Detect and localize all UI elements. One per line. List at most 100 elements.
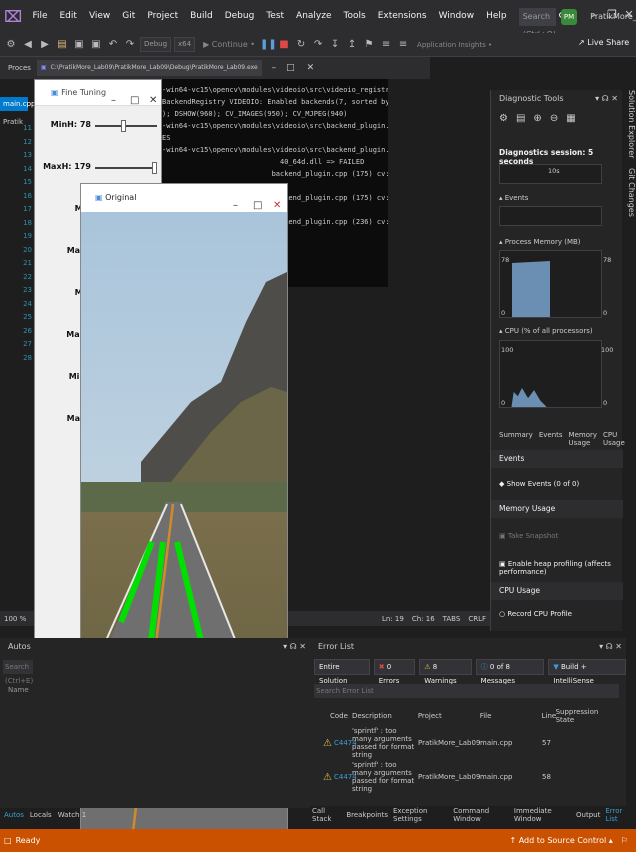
indent-mode[interactable]: TABS bbox=[443, 615, 461, 623]
pin-icon[interactable]: ▾ ☊ ✕ bbox=[595, 90, 622, 108]
continue-button[interactable]: ▶ Continue • bbox=[203, 40, 255, 49]
tab-breakpoints[interactable]: Breakpoints bbox=[346, 811, 388, 819]
menu-tools[interactable]: Tools bbox=[338, 0, 372, 33]
error-code[interactable]: C4474 bbox=[332, 739, 357, 747]
tab-memory-usage[interactable]: Memory Usage bbox=[569, 431, 597, 447]
app-insights[interactable]: Application Insights • bbox=[417, 41, 492, 49]
take-snapshot-button[interactable]: ▣ Take Snapshot bbox=[499, 532, 558, 540]
platform-select[interactable]: x64 bbox=[174, 37, 196, 52]
table-row[interactable]: ⚠ C4474 'sprintf' : too many arguments p… bbox=[314, 727, 619, 759]
scope-select[interactable]: Entire Solution bbox=[314, 659, 370, 685]
restart-icon[interactable]: ↻ bbox=[294, 38, 308, 52]
menu-edit[interactable]: Edit bbox=[54, 0, 83, 33]
tab-git-changes[interactable]: Git Changes bbox=[622, 168, 636, 217]
menu-help[interactable]: Help bbox=[480, 0, 513, 33]
settings-icon[interactable]: ⚙ bbox=[4, 38, 18, 52]
console-window-tab[interactable]: ▣ C:\PratikMore_Lab09\PratikMore_Lab09\De… bbox=[36, 60, 262, 76]
menu-build[interactable]: Build bbox=[184, 0, 219, 33]
table-row[interactable]: ⚠ C4474 'sprintf' : too many arguments p… bbox=[314, 761, 619, 793]
minimize-icon[interactable]: – bbox=[585, 8, 603, 21]
ft-close-icon[interactable]: ✕ bbox=[149, 88, 157, 114]
tab-main-cpp[interactable]: main.cpp bbox=[0, 97, 35, 111]
tab-autos[interactable]: Autos bbox=[4, 811, 24, 819]
menu-test[interactable]: Test bbox=[260, 0, 290, 33]
tab-locals[interactable]: Locals bbox=[30, 811, 52, 819]
timeline-ruler[interactable]: 10s bbox=[499, 164, 602, 184]
tab-output[interactable]: Output bbox=[576, 811, 600, 819]
close-icon[interactable]: ✕ bbox=[620, 8, 636, 21]
show-events-button[interactable]: ◆ Show Events (0 of 0) bbox=[499, 480, 579, 488]
errors-filter[interactable]: ✖ 0 Errors bbox=[373, 659, 416, 685]
autos-pin-icon[interactable]: ▾ ☊ ✕ bbox=[283, 638, 310, 656]
restore-icon[interactable]: ❐ bbox=[603, 8, 621, 21]
ft-restore-icon[interactable]: □ bbox=[130, 88, 139, 114]
heap-profiling-toggle[interactable]: ▣ Enable heap profiling (affects perform… bbox=[499, 560, 622, 576]
save-all-icon[interactable]: ▣ bbox=[89, 38, 103, 52]
search-input[interactable]: Search (Ctrl+Q) bbox=[518, 7, 557, 39]
trackbar-thumb[interactable] bbox=[152, 162, 157, 174]
menu-window[interactable]: Window bbox=[433, 0, 481, 33]
tab-minimize-icon[interactable]: – bbox=[272, 63, 277, 73]
events-label[interactable]: ▴ Events bbox=[499, 194, 528, 202]
save-icon[interactable]: ▣ bbox=[72, 38, 86, 52]
forward-icon[interactable]: ▶ bbox=[38, 38, 52, 52]
trackbar-slider[interactable] bbox=[95, 167, 157, 169]
zoom-in-icon[interactable]: ⊕ bbox=[533, 113, 541, 124]
comment-icon[interactable]: ≡ bbox=[379, 38, 393, 52]
menu-git[interactable]: Git bbox=[116, 0, 141, 33]
avatar[interactable]: PM bbox=[561, 9, 577, 25]
process-memory-label[interactable]: ▴ Process Memory (MB) bbox=[499, 238, 581, 246]
menu-extensions[interactable]: Extensions bbox=[372, 0, 433, 33]
trackbar-thumb[interactable] bbox=[120, 120, 126, 132]
tab-command-window[interactable]: Command Window bbox=[453, 807, 509, 823]
trackbar-slider[interactable] bbox=[95, 125, 157, 127]
record-cpu-button[interactable]: ○ Record CPU Profile bbox=[499, 610, 572, 618]
autos-search-input[interactable]: Search (Ctrl+E) bbox=[3, 660, 33, 685]
col-project[interactable]: Project bbox=[418, 712, 480, 720]
open-folder-icon[interactable]: ▤ bbox=[55, 38, 69, 52]
add-to-source-control-button[interactable]: ↑ Add to Source Control ▴ bbox=[509, 836, 620, 845]
cpu-label[interactable]: ▴ CPU (% of all processors) bbox=[499, 327, 593, 335]
tab-cpu-usage[interactable]: CPU Usage bbox=[603, 431, 625, 447]
warnings-filter[interactable]: ⚠ 8 Warnings bbox=[419, 659, 472, 685]
col-description[interactable]: Description bbox=[352, 712, 418, 720]
menu-view[interactable]: View bbox=[83, 0, 116, 33]
ft-minimize-icon[interactable]: – bbox=[111, 88, 116, 114]
error-list-pin-icon[interactable]: ▾ ☊ ✕ bbox=[599, 638, 626, 656]
pause-icon[interactable]: ❚❚ bbox=[260, 38, 277, 52]
tab-close-icon[interactable]: ✕ bbox=[307, 63, 315, 73]
tab-immediate-window[interactable]: Immediate Window bbox=[514, 807, 571, 823]
export-icon[interactable]: ▤ bbox=[516, 113, 525, 124]
settings-icon[interactable]: ⚙ bbox=[499, 113, 508, 124]
messages-filter[interactable]: ⓘ 0 of 8 Messages bbox=[475, 659, 545, 685]
step-into-icon[interactable]: ↧ bbox=[328, 38, 342, 52]
step-over-icon[interactable]: ↷ bbox=[311, 38, 325, 52]
bookmark-icon[interactable]: ⚑ bbox=[362, 38, 376, 52]
tab-watch-1[interactable]: Watch 1 bbox=[58, 811, 86, 819]
back-icon[interactable]: ◀ bbox=[21, 38, 35, 52]
uncomment-icon[interactable]: ≡ bbox=[396, 38, 410, 52]
notifications-icon[interactable]: ⚐ bbox=[621, 836, 636, 845]
line-ending[interactable]: CRLF bbox=[468, 615, 486, 623]
col-code[interactable]: Code bbox=[314, 712, 352, 720]
config-select[interactable]: Debug bbox=[140, 37, 172, 52]
tab-summary[interactable]: Summary bbox=[499, 431, 533, 447]
error-list-search[interactable]: Search Error List bbox=[314, 684, 619, 698]
redo-icon[interactable]: ↷ bbox=[123, 38, 137, 52]
live-share-button[interactable]: ↗ Live Share bbox=[578, 38, 629, 47]
tab-events[interactable]: Events bbox=[539, 431, 563, 447]
zoom-level[interactable]: 100 % bbox=[0, 615, 26, 623]
tab-solution-explorer[interactable]: Solution Explorer bbox=[622, 90, 636, 158]
reset-icon[interactable]: ▦ bbox=[566, 113, 575, 124]
menu-file[interactable]: File bbox=[26, 0, 53, 33]
col-file[interactable]: File bbox=[480, 712, 542, 720]
tab-call-stack[interactable]: Call Stack bbox=[312, 807, 341, 823]
col-line[interactable]: Line bbox=[542, 712, 557, 720]
step-out-icon[interactable]: ↥ bbox=[345, 38, 359, 52]
menu-analyze[interactable]: Analyze bbox=[290, 0, 337, 33]
zoom-out-icon[interactable]: ⊖ bbox=[550, 113, 558, 124]
col-suppression[interactable]: Suppression State bbox=[556, 708, 619, 724]
menu-debug[interactable]: Debug bbox=[219, 0, 261, 33]
menu-project[interactable]: Project bbox=[141, 0, 184, 33]
tab-exception-settings[interactable]: Exception Settings bbox=[393, 807, 448, 823]
